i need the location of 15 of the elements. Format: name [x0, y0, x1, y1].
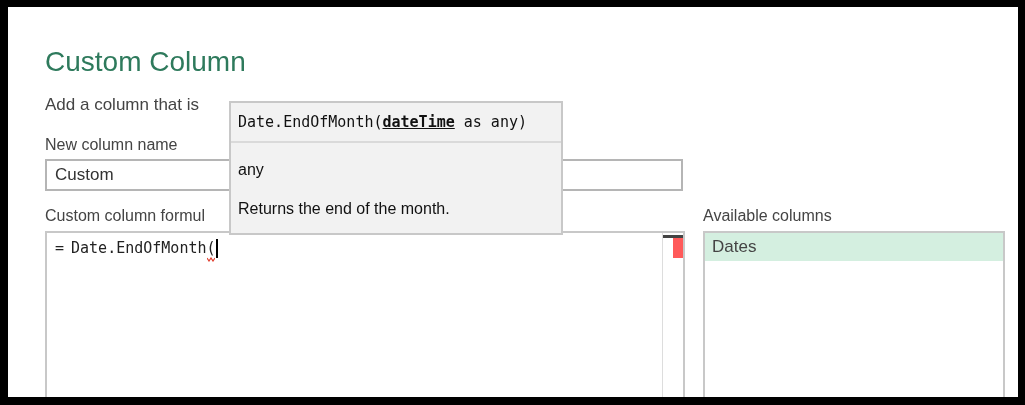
function-description: Returns the end of the month. — [238, 199, 451, 219]
field-label: Custom column formul — [45, 206, 206, 226]
text-cursor — [215, 238, 218, 258]
column-item[interactable]: Dates — [705, 233, 1003, 261]
field-label: Available columns — [703, 206, 832, 226]
error-marker — [673, 238, 683, 258]
formula-text: Date.EndOfMonth( — [71, 238, 216, 258]
equals-sign: = — [55, 238, 65, 258]
function-signature: Date.EndOfMonth(dateTime as any) — [231, 103, 561, 143]
return-type: any — [238, 160, 265, 180]
field-label: New column name — [45, 135, 178, 155]
dialog-title: Custom Column — [45, 45, 247, 79]
dialog-description: Add a column that is — [45, 94, 201, 116]
scrollbar[interactable] — [662, 233, 683, 397]
error-squiggle-icon — [206, 257, 215, 262]
